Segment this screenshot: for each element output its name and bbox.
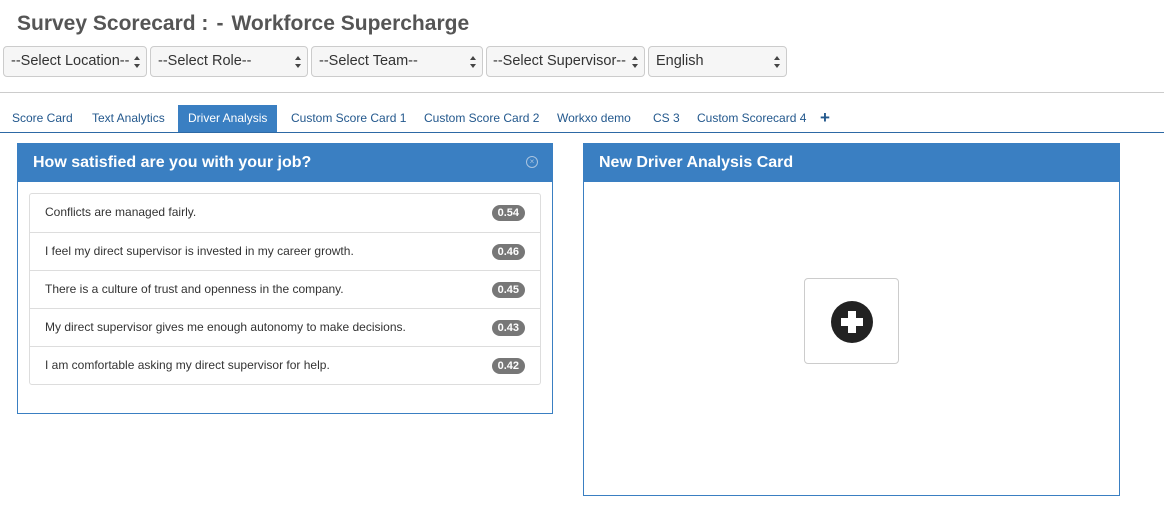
driver-score-badge: 0.45	[491, 282, 525, 298]
tab-custom-score-card-1[interactable]: Custom Score Card 1	[291, 105, 406, 132]
role-select[interactable]: --Select Role--	[150, 46, 308, 77]
title-separator: -	[216, 12, 224, 35]
driver-row: My direct supervisor gives me enough aut…	[30, 308, 540, 346]
question-card-title: How satisfied are you with your job?	[33, 154, 312, 171]
driver-text: I feel my direct supervisor is invested …	[45, 244, 354, 258]
driver-text: My direct supervisor gives me enough aut…	[45, 320, 406, 334]
driver-text: Conflicts are managed fairly.	[45, 205, 197, 219]
question-card-header: How satisfied are you with your job? ×	[18, 144, 552, 182]
supervisor-select-value: --Select Supervisor--	[493, 53, 626, 69]
driver-text: There is a culture of trust and openness…	[45, 282, 344, 296]
language-select-value: English	[656, 53, 704, 69]
driver-row: I am comfortable asking my direct superv…	[30, 346, 540, 384]
new-card-title: New Driver Analysis Card	[599, 154, 794, 171]
select-arrows-icon	[632, 56, 639, 68]
page-title: Survey Scorecard : - Workforce Supercharge	[17, 12, 469, 36]
driver-score-badge: 0.43	[491, 320, 525, 336]
header-divider	[0, 92, 1164, 93]
new-driver-analysis-card: New Driver Analysis Card	[583, 143, 1120, 496]
plus-circle-icon	[831, 301, 873, 343]
add-tab-button[interactable]: +	[820, 105, 830, 132]
select-arrows-icon	[134, 56, 141, 68]
driver-score-badge: 0.46	[491, 244, 525, 260]
tab-workxo-demo[interactable]: Workxo demo	[557, 105, 631, 132]
location-select-value: --Select Location--	[11, 53, 130, 69]
tab-bar: Score Card Text Analytics Driver Analysi…	[0, 105, 1164, 133]
add-card-button[interactable]	[804, 278, 899, 364]
language-select[interactable]: English	[648, 46, 787, 77]
driver-row: There is a culture of trust and openness…	[30, 270, 540, 308]
driver-question-card: How satisfied are you with your job? × C…	[17, 143, 553, 414]
team-select-value: --Select Team--	[319, 53, 418, 69]
driver-score-badge: 0.42	[491, 358, 525, 374]
location-select[interactable]: --Select Location--	[3, 46, 147, 77]
driver-list: Conflicts are managed fairly. 0.54 I fee…	[29, 193, 541, 385]
select-arrows-icon	[470, 56, 477, 68]
select-arrows-icon	[774, 56, 781, 68]
tab-custom-scorecard-4[interactable]: Custom Scorecard 4	[697, 105, 806, 132]
tab-score-card[interactable]: Score Card	[12, 105, 73, 132]
select-arrows-icon	[295, 56, 302, 68]
tab-text-analytics[interactable]: Text Analytics	[92, 105, 165, 132]
supervisor-select[interactable]: --Select Supervisor--	[486, 46, 645, 77]
driver-score-badge: 0.54	[491, 205, 525, 221]
driver-text: I am comfortable asking my direct superv…	[45, 358, 330, 372]
close-icon[interactable]: ×	[526, 156, 538, 168]
driver-row: I feel my direct supervisor is invested …	[30, 232, 540, 270]
role-select-value: --Select Role--	[158, 53, 252, 69]
survey-name: Workforce Supercharge	[231, 12, 470, 35]
driver-row: Conflicts are managed fairly. 0.54	[30, 194, 540, 232]
new-card-header: New Driver Analysis Card	[584, 144, 1119, 182]
tab-custom-score-card-2[interactable]: Custom Score Card 2	[424, 105, 539, 132]
page-title-label: Survey Scorecard :	[17, 12, 209, 35]
team-select[interactable]: --Select Team--	[311, 46, 483, 77]
tab-driver-analysis[interactable]: Driver Analysis	[178, 105, 278, 132]
tab-cs-3[interactable]: CS 3	[653, 105, 680, 132]
